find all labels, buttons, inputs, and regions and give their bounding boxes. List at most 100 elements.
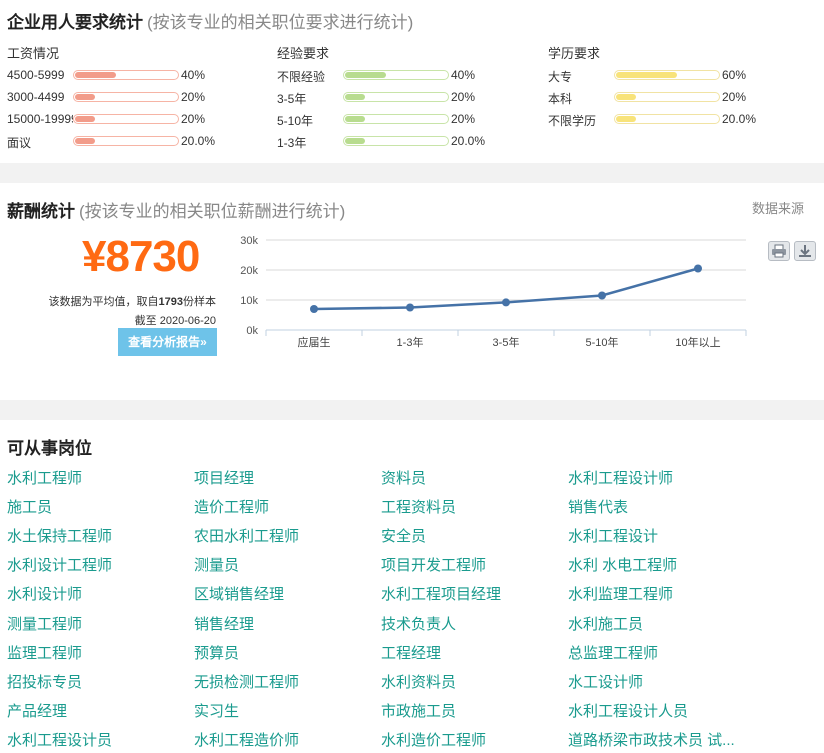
position-link[interactable]: 实习生: [194, 700, 239, 721]
x-tick-label: 10年以上: [675, 335, 720, 349]
requirement-percent: 20%: [181, 112, 206, 126]
y-tick-label: 10k: [240, 295, 258, 307]
requirement-bar: [73, 70, 179, 80]
position-link[interactable]: 水利 水电工程师: [568, 554, 677, 575]
position-link[interactable]: 工程经理: [381, 642, 441, 663]
requirement-label: 5-10年: [277, 114, 314, 128]
requirements-title-text: 企业用人要求统计: [7, 13, 143, 32]
position-link[interactable]: 水利工程设计人员: [568, 700, 688, 721]
sample-count: 1793: [158, 296, 183, 308]
requirement-bar: [343, 136, 449, 146]
position-link[interactable]: 道路桥梁市政技术员 试...: [568, 729, 735, 750]
position-link[interactable]: 测量员: [194, 554, 239, 575]
requirement-percent: 20%: [181, 90, 206, 104]
requirement-bar-fill: [345, 116, 365, 122]
sample-note: 该数据为平均值，取自1793份样本: [49, 293, 216, 309]
position-link[interactable]: 预算员: [194, 642, 239, 663]
requirement-percent: 20.0%: [451, 134, 486, 148]
requirement-bar-fill: [75, 94, 95, 100]
position-link[interactable]: 水利资料员: [381, 671, 456, 692]
positions-title: 可从事岗位: [7, 439, 92, 458]
requirement-bar: [73, 92, 179, 102]
requirement-row: 3000-4499 20%: [7, 90, 237, 106]
requirement-label: 3000-4499: [7, 90, 65, 104]
x-tick-label: 1-3年: [397, 335, 424, 349]
requirement-label: 15000-19999: [7, 112, 73, 126]
requirement-bar-fill: [616, 72, 677, 78]
position-link[interactable]: 技术负责人: [381, 613, 456, 634]
position-link[interactable]: 市政施工员: [381, 700, 456, 721]
position-link[interactable]: 产品经理: [7, 700, 67, 721]
x-tick-label: 5-10年: [585, 335, 618, 349]
sample-note-suffix: 份样本: [183, 296, 216, 308]
requirement-percent: 20%: [722, 90, 747, 104]
requirements-title: 企业用人要求统计 (按该专业的相关职位要求进行统计): [7, 8, 413, 33]
position-link[interactable]: 测量工程师: [7, 613, 82, 634]
download-icon: [799, 245, 811, 257]
download-button[interactable]: [794, 241, 816, 261]
requirement-bar: [73, 136, 179, 146]
position-link[interactable]: 水利工程设计员: [7, 729, 112, 750]
position-link[interactable]: 水利工程设计: [568, 525, 658, 546]
position-link[interactable]: 工程资料员: [381, 496, 456, 517]
date-note: 截至 2020-06-20: [134, 315, 216, 327]
print-button[interactable]: [768, 241, 790, 261]
requirement-percent: 20%: [451, 90, 476, 104]
position-link[interactable]: 水利工程师: [7, 467, 82, 488]
requirement-row: 3-5年 20%: [277, 90, 507, 106]
print-icon: [772, 244, 786, 258]
requirement-heading: 经验要求: [277, 46, 330, 61]
x-tick-label: 应届生: [298, 335, 331, 349]
data-point: [406, 303, 414, 312]
requirement-bar: [614, 114, 720, 124]
position-link[interactable]: 水利设计工程师: [7, 554, 112, 575]
data-point: [502, 298, 510, 307]
position-link[interactable]: 安全员: [381, 525, 426, 546]
view-report-button[interactable]: 查看分析报告»: [118, 328, 217, 356]
position-link[interactable]: 水利工程项目经理: [381, 583, 501, 604]
position-link[interactable]: 区域销售经理: [194, 583, 284, 604]
data-point: [310, 305, 318, 313]
salary-title-text: 薪酬统计: [7, 202, 75, 221]
position-link[interactable]: 招投标专员: [7, 671, 82, 692]
requirement-row: 4500-5999 40%: [7, 68, 237, 84]
position-link[interactable]: 监理工程师: [7, 642, 82, 663]
data-source-link[interactable]: 数据来源: [752, 198, 804, 217]
position-link[interactable]: 项目开发工程师: [381, 554, 486, 575]
position-link[interactable]: 施工员: [7, 496, 52, 517]
position-link[interactable]: 水利设计师: [7, 583, 82, 604]
requirement-label: 不限经验: [277, 70, 326, 84]
position-link[interactable]: 资料员: [381, 467, 426, 488]
position-link[interactable]: 水利工程设计师: [568, 467, 673, 488]
requirement-label: 4500-5999: [7, 68, 65, 82]
section-divider: [0, 163, 824, 183]
data-point: [694, 264, 702, 273]
position-link[interactable]: 无损检测工程师: [194, 671, 299, 692]
requirement-label: 不限学历: [548, 114, 597, 128]
requirement-label: 3-5年: [277, 92, 307, 106]
section-divider-2: [0, 400, 824, 420]
y-tick-label: 0k: [246, 325, 258, 337]
requirement-bar: [343, 114, 449, 124]
requirement-bar: [73, 114, 179, 124]
requirement-label: 1-3年: [277, 136, 307, 150]
position-link[interactable]: 销售经理: [194, 613, 254, 634]
average-salary: ¥8730: [82, 232, 200, 281]
position-link[interactable]: 销售代表: [568, 496, 628, 517]
position-link[interactable]: 水土保持工程师: [7, 525, 112, 546]
position-link[interactable]: 总监理工程师: [568, 642, 658, 663]
position-link[interactable]: 水利工程造价师: [194, 729, 299, 750]
position-link[interactable]: 水工设计师: [568, 671, 643, 692]
requirement-row: 不限学历 20.0%: [548, 112, 778, 128]
y-tick-label: 20k: [240, 265, 258, 277]
position-link[interactable]: 水利监理工程师: [568, 583, 673, 604]
requirement-row: 不限经验 40%: [277, 68, 507, 84]
position-link[interactable]: 水利施工员: [568, 613, 643, 634]
requirement-row: 大专 60%: [548, 68, 778, 84]
position-link[interactable]: 农田水利工程师: [194, 525, 299, 546]
position-link[interactable]: 造价工程师: [194, 496, 269, 517]
position-link[interactable]: 项目经理: [194, 467, 254, 488]
requirement-row: 面议 20.0%: [7, 134, 237, 150]
position-link[interactable]: 水利造价工程师: [381, 729, 486, 750]
requirement-label: 本科: [548, 92, 573, 106]
